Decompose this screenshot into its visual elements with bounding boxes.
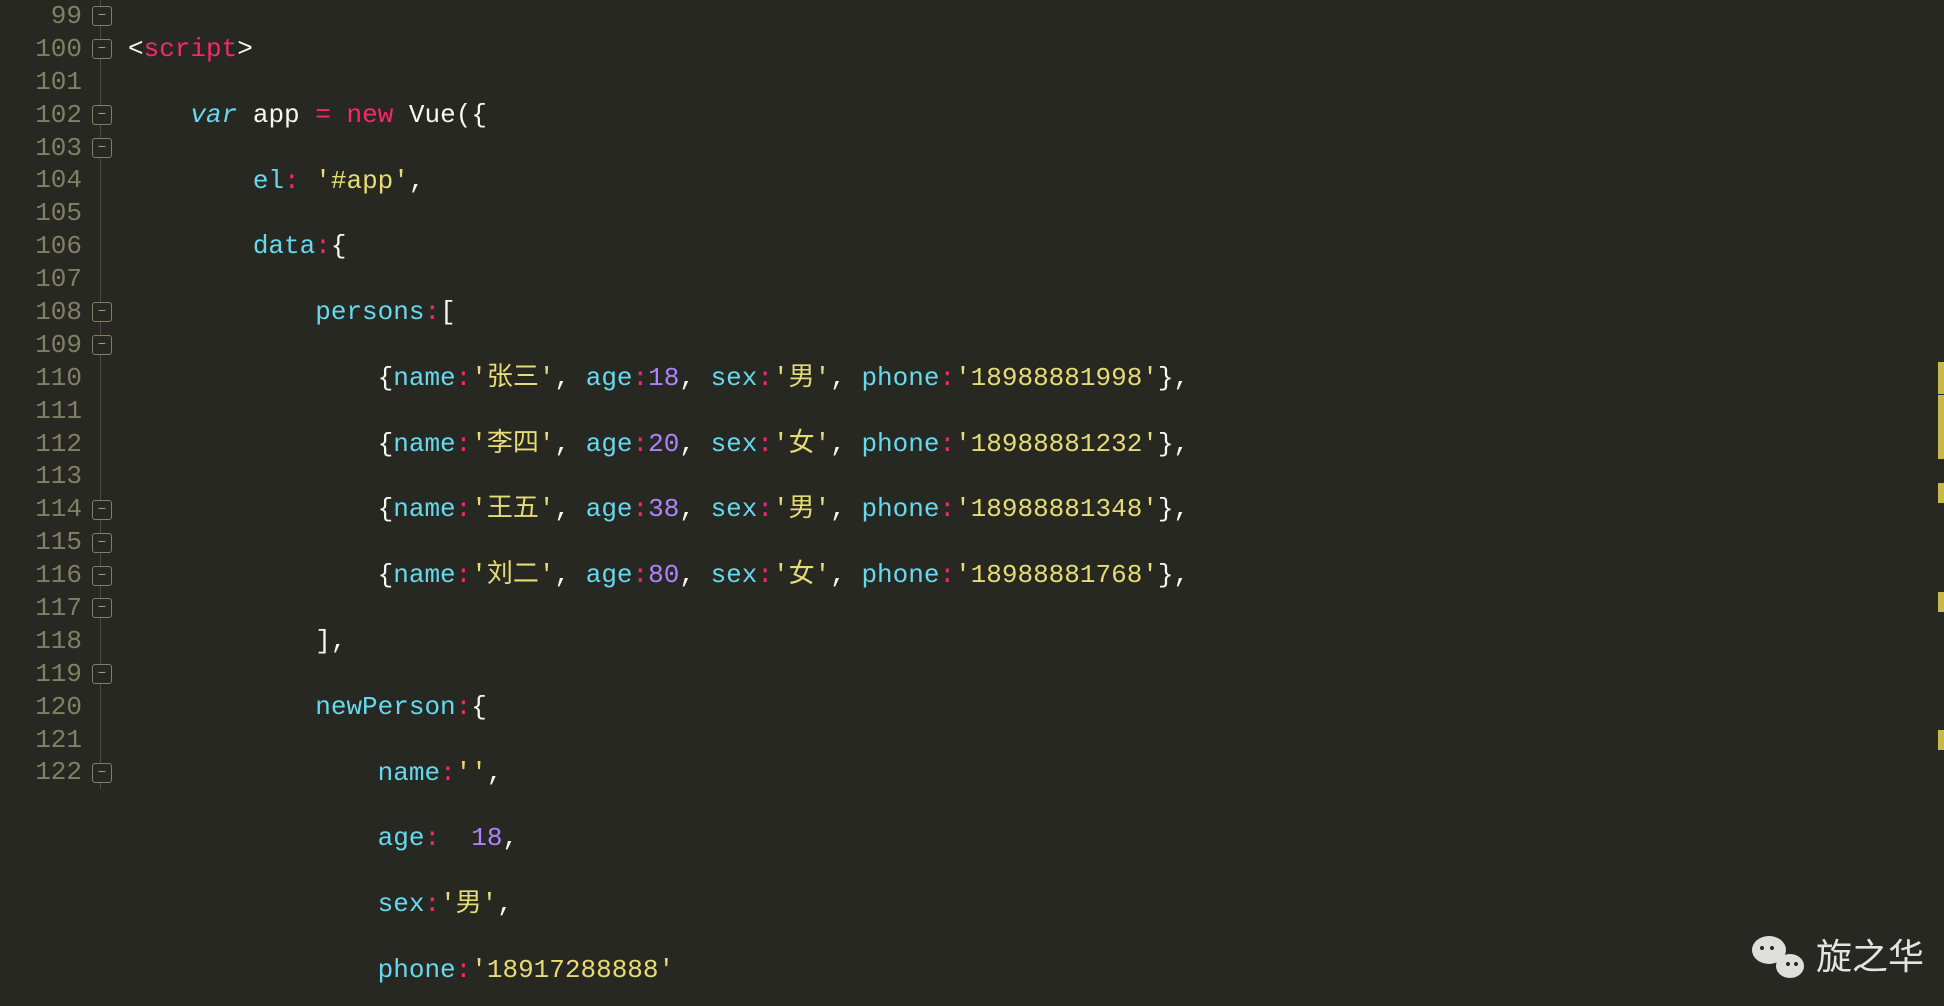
code-area[interactable]: <script> var app = new Vue({ el: '#app',… xyxy=(128,0,1944,1006)
fold-open-icon[interactable]: − xyxy=(92,39,112,59)
fold-open-icon[interactable]: − xyxy=(92,664,112,684)
line-number: 106 xyxy=(0,230,92,263)
fold-row: − xyxy=(92,0,128,33)
fold-open-icon[interactable]: − xyxy=(92,105,112,125)
fold-close-icon[interactable]: − xyxy=(92,302,112,322)
line-number: 111 xyxy=(0,395,92,428)
line-number: 120 xyxy=(0,691,92,724)
change-marker xyxy=(1938,395,1944,427)
line-number: 121 xyxy=(0,724,92,757)
code-line[interactable]: <script> xyxy=(128,33,1944,66)
fold-row xyxy=(92,164,128,197)
code-line[interactable]: persons:[ xyxy=(128,296,1944,329)
line-number: 105 xyxy=(0,197,92,230)
fold-open-icon[interactable]: − xyxy=(92,598,112,618)
line-number: 107 xyxy=(0,263,92,296)
fold-open-icon[interactable]: − xyxy=(92,138,112,158)
fold-open-icon[interactable]: − xyxy=(92,335,112,355)
line-number: 102 xyxy=(0,99,92,132)
line-number: 118 xyxy=(0,625,92,658)
fold-close-icon[interactable]: − xyxy=(92,763,112,783)
code-line[interactable]: data:{ xyxy=(128,230,1944,263)
fold-row xyxy=(92,66,128,99)
line-number: 109 xyxy=(0,329,92,362)
change-marker xyxy=(1938,427,1944,459)
fold-row xyxy=(92,197,128,230)
fold-row xyxy=(92,691,128,724)
fold-row: − xyxy=(92,658,128,691)
fold-row: − xyxy=(92,493,128,526)
fold-row: − xyxy=(92,329,128,362)
line-number: 100 xyxy=(0,33,92,66)
line-number: 115 xyxy=(0,526,92,559)
line-number-gutter: 99 100 101 102 103 104 105 106 107 108 1… xyxy=(0,0,92,1006)
fold-row: − xyxy=(92,592,128,625)
fold-row: − xyxy=(92,33,128,66)
fold-row: − xyxy=(92,559,128,592)
fold-open-icon[interactable]: − xyxy=(92,566,112,586)
line-number: 122 xyxy=(0,756,92,789)
code-line[interactable]: age: 18, xyxy=(128,822,1944,855)
code-line[interactable]: {name:'刘二', age:80, sex:'女', phone:'1898… xyxy=(128,559,1944,592)
change-marker xyxy=(1938,483,1944,503)
fold-row xyxy=(92,625,128,658)
code-line[interactable]: sex:'男', xyxy=(128,888,1944,921)
fold-gutter: − − − − − − − − − − − − xyxy=(92,0,128,1006)
code-line[interactable]: {name:'李四', age:20, sex:'女', phone:'1898… xyxy=(128,428,1944,461)
fold-row xyxy=(92,362,128,395)
change-marker xyxy=(1938,592,1944,612)
line-number: 99 xyxy=(0,0,92,33)
fold-row xyxy=(92,724,128,757)
fold-open-icon[interactable]: − xyxy=(92,6,112,26)
change-markers xyxy=(1938,0,1944,1006)
line-number: 104 xyxy=(0,164,92,197)
line-number: 112 xyxy=(0,428,92,461)
fold-row xyxy=(92,395,128,428)
wechat-icon xyxy=(1752,936,1804,978)
code-line[interactable]: newPerson:{ xyxy=(128,691,1944,724)
change-marker xyxy=(1938,362,1944,394)
fold-row: − xyxy=(92,756,128,789)
fold-row xyxy=(92,428,128,461)
fold-row: − xyxy=(92,132,128,165)
line-number: 119 xyxy=(0,658,92,691)
code-line[interactable]: ], xyxy=(128,625,1944,658)
fold-row: − xyxy=(92,99,128,132)
line-number: 117 xyxy=(0,592,92,625)
code-line[interactable]: {name:'张三', age:18, sex:'男', phone:'1898… xyxy=(128,362,1944,395)
line-number: 103 xyxy=(0,132,92,165)
change-marker xyxy=(1938,730,1944,750)
line-number: 110 xyxy=(0,362,92,395)
fold-row xyxy=(92,263,128,296)
code-line[interactable]: name:'', xyxy=(128,757,1944,790)
fold-close-icon[interactable]: − xyxy=(92,500,112,520)
fold-row: − xyxy=(92,296,128,329)
watermark: 旋之华 xyxy=(1752,936,1924,978)
fold-row xyxy=(92,460,128,493)
watermark-text: 旋之华 xyxy=(1816,941,1924,974)
line-number: 114 xyxy=(0,493,92,526)
code-line[interactable]: phone:'18917288888' xyxy=(128,954,1944,987)
code-line[interactable]: el: '#app', xyxy=(128,165,1944,198)
code-line[interactable]: {name:'王五', age:38, sex:'男', phone:'1898… xyxy=(128,493,1944,526)
line-number: 108 xyxy=(0,296,92,329)
line-number: 116 xyxy=(0,559,92,592)
fold-row xyxy=(92,230,128,263)
line-number: 113 xyxy=(0,460,92,493)
fold-row: − xyxy=(92,526,128,559)
code-editor[interactable]: 99 100 101 102 103 104 105 106 107 108 1… xyxy=(0,0,1944,1006)
code-line[interactable]: var app = new Vue({ xyxy=(128,99,1944,132)
fold-close-icon[interactable]: − xyxy=(92,533,112,553)
line-number: 101 xyxy=(0,66,92,99)
